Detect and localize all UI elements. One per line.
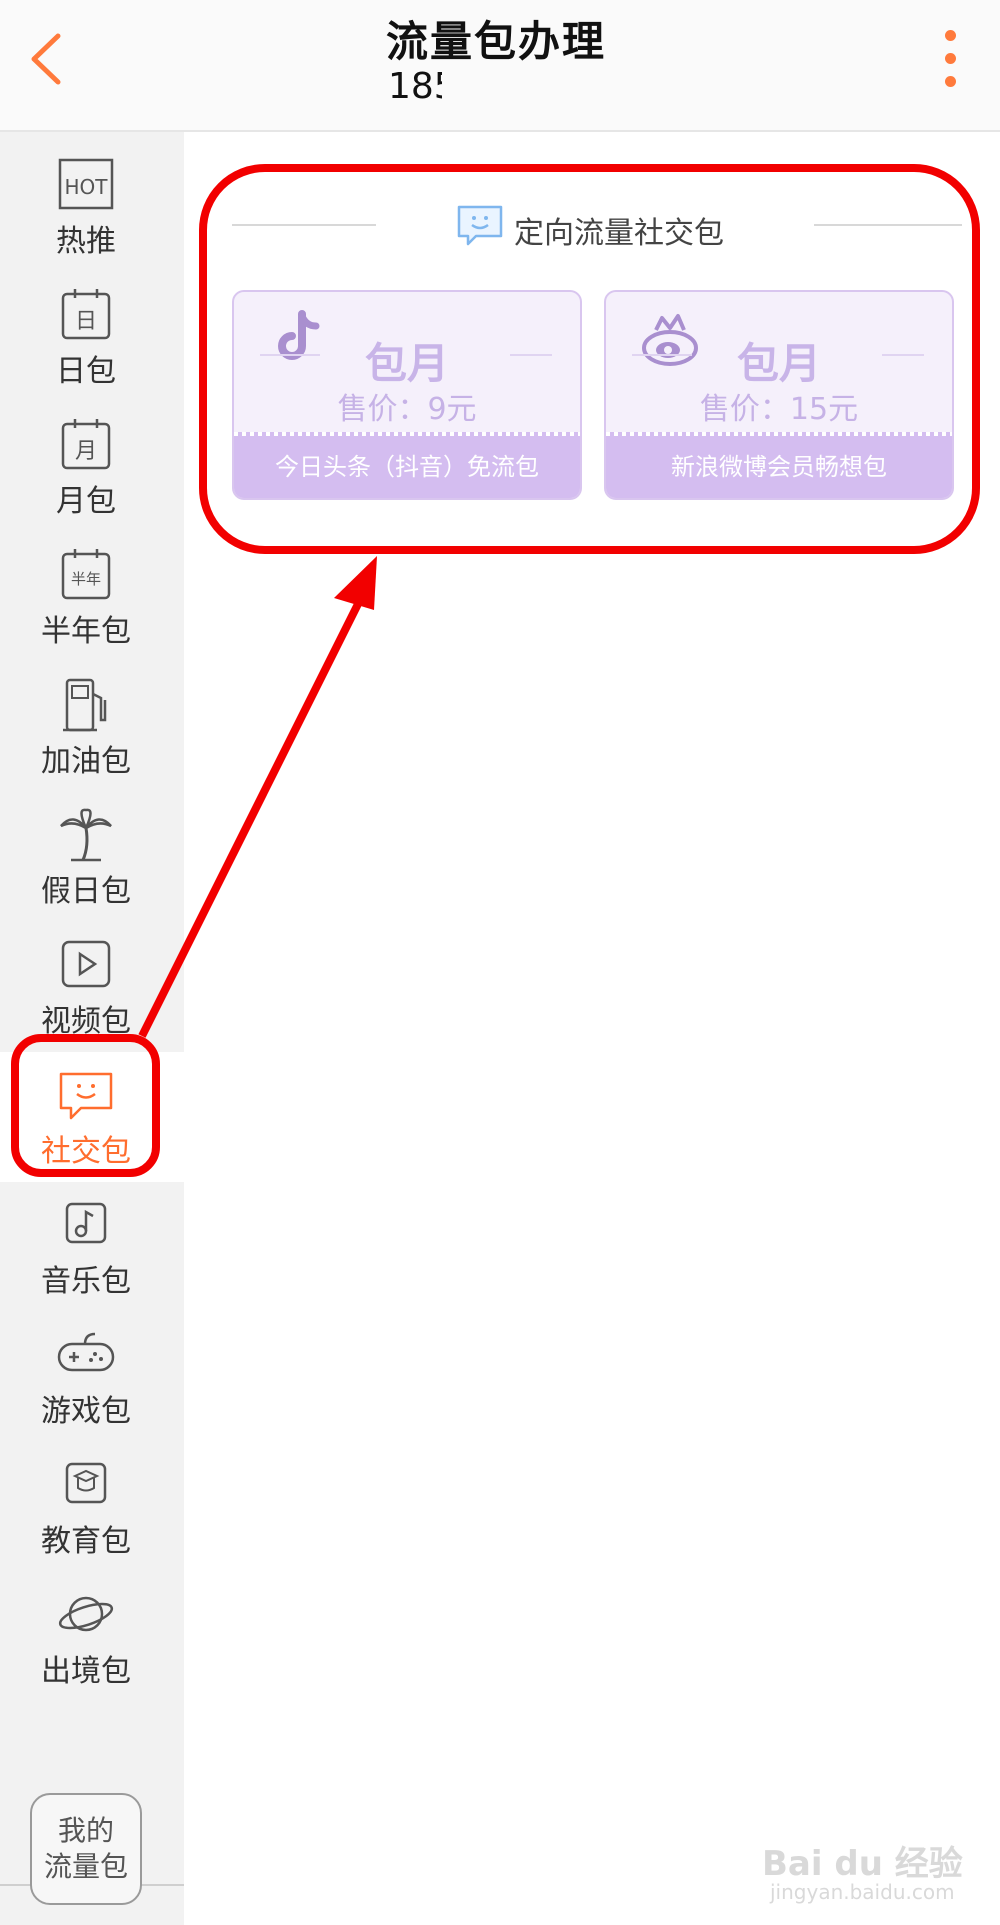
svg-text:月: 月 xyxy=(75,439,97,464)
package-card-toutiao[interactable]: 包月 售价：9元 今日头条（抖音）免流包 xyxy=(232,290,582,500)
sidebar-item-game[interactable]: 游戏包 xyxy=(0,1312,184,1442)
svg-text:半年: 半年 xyxy=(71,570,101,588)
section-header: 定向流量社交包 xyxy=(232,205,962,251)
annotation-arrow-head xyxy=(334,556,377,610)
page-title: 流量包办理 xyxy=(386,17,607,66)
package-name: 包月 xyxy=(736,339,821,388)
more-dot-icon xyxy=(944,53,956,64)
svg-text:日: 日 xyxy=(75,309,97,334)
phone-number: 185 xyxy=(388,66,442,107)
hot-icon: HOT xyxy=(58,158,114,210)
svg-text:HOT: HOT xyxy=(65,175,109,199)
sidebar-item-refuel[interactable]: 加油包 xyxy=(0,662,184,792)
chat-bubble-icon xyxy=(457,205,503,246)
section-divider-right xyxy=(814,224,962,226)
sidebar-item-label: 社交包 xyxy=(41,1134,131,1169)
gamepad-icon xyxy=(57,1332,115,1372)
sidebar-item-social[interactable]: 社交包 xyxy=(0,1052,184,1182)
sidebar-item-label: 出境包 xyxy=(41,1654,131,1689)
package-name: 包月 xyxy=(364,339,449,388)
more-dot-icon xyxy=(944,76,956,87)
month-calendar-icon: 月 xyxy=(61,419,111,470)
graduation-cap-icon xyxy=(65,1462,107,1504)
sidebar-item-label: 半年包 xyxy=(41,614,131,649)
sidebar-item-hot[interactable]: HOT 热推 xyxy=(0,142,184,272)
play-icon xyxy=(61,940,111,988)
sidebar-item-half-year[interactable]: 半年 半年包 xyxy=(0,532,184,662)
chevron-left-icon xyxy=(31,33,61,85)
top-bar: 流量包办理 185 xyxy=(0,0,1000,132)
section-divider-left xyxy=(232,224,376,226)
sidebar-item-month[interactable]: 月 月包 xyxy=(0,402,184,532)
category-sidebar: HOT 热推 日 日包 月 月包 半年 半年包 加油包 假日包 视频包 社交包 … xyxy=(0,132,184,1925)
sidebar-item-label: 教育包 xyxy=(41,1524,131,1559)
sidebar-item-holiday[interactable]: 假日包 xyxy=(0,792,184,922)
watermark-url: jingyan.baidu.com xyxy=(770,1880,955,1904)
planet-icon xyxy=(58,1596,114,1632)
package-description: 今日头条（抖音）免流包 xyxy=(234,436,580,498)
package-price: 售价：9元 xyxy=(337,392,477,427)
sidebar-item-label: 日包 xyxy=(56,354,116,389)
sidebar-item-label: 音乐包 xyxy=(41,1264,131,1299)
sidebar-item-label: 月包 xyxy=(56,484,116,519)
package-price: 售价：15元 xyxy=(699,392,859,427)
sidebar-item-label: 加油包 xyxy=(41,744,131,779)
sidebar-item-label: 视频包 xyxy=(41,1004,131,1039)
fuel-pump-icon xyxy=(63,678,107,732)
my-packages-label-line1: 我的 xyxy=(57,1814,114,1847)
palm-tree-icon xyxy=(60,808,112,862)
more-menu-button[interactable] xyxy=(930,30,970,90)
back-button[interactable] xyxy=(22,28,82,90)
sidebar-item-day[interactable]: 日 日包 xyxy=(0,272,184,402)
my-packages-button[interactable]: 我的 流量包 xyxy=(30,1793,142,1905)
sidebar-item-label: 热推 xyxy=(56,224,116,259)
day-calendar-icon: 日 xyxy=(61,289,111,340)
more-dot-icon xyxy=(944,30,956,41)
package-description: 新浪微博会员畅想包 xyxy=(606,436,952,498)
chat-bubble-icon xyxy=(59,1072,113,1120)
sidebar-item-music[interactable]: 音乐包 xyxy=(0,1182,184,1312)
sidebar-item-video[interactable]: 视频包 xyxy=(0,922,184,1052)
sidebar-item-label: 假日包 xyxy=(41,874,131,909)
music-note-icon xyxy=(65,1202,107,1244)
my-packages-label-line2: 流量包 xyxy=(43,1850,128,1883)
section-title: 定向流量社交包 xyxy=(514,216,724,251)
sidebar-item-label: 游戏包 xyxy=(41,1394,131,1429)
sidebar-item-education[interactable]: 教育包 xyxy=(0,1442,184,1572)
half-year-calendar-icon: 半年 xyxy=(61,549,111,600)
watermark-logo: Bai du 经验 xyxy=(762,1844,963,1884)
package-card-weibo[interactable]: 包月 售价：15元 新浪微博会员畅想包 xyxy=(604,290,954,500)
sidebar-item-overseas[interactable]: 出境包 xyxy=(0,1572,184,1702)
